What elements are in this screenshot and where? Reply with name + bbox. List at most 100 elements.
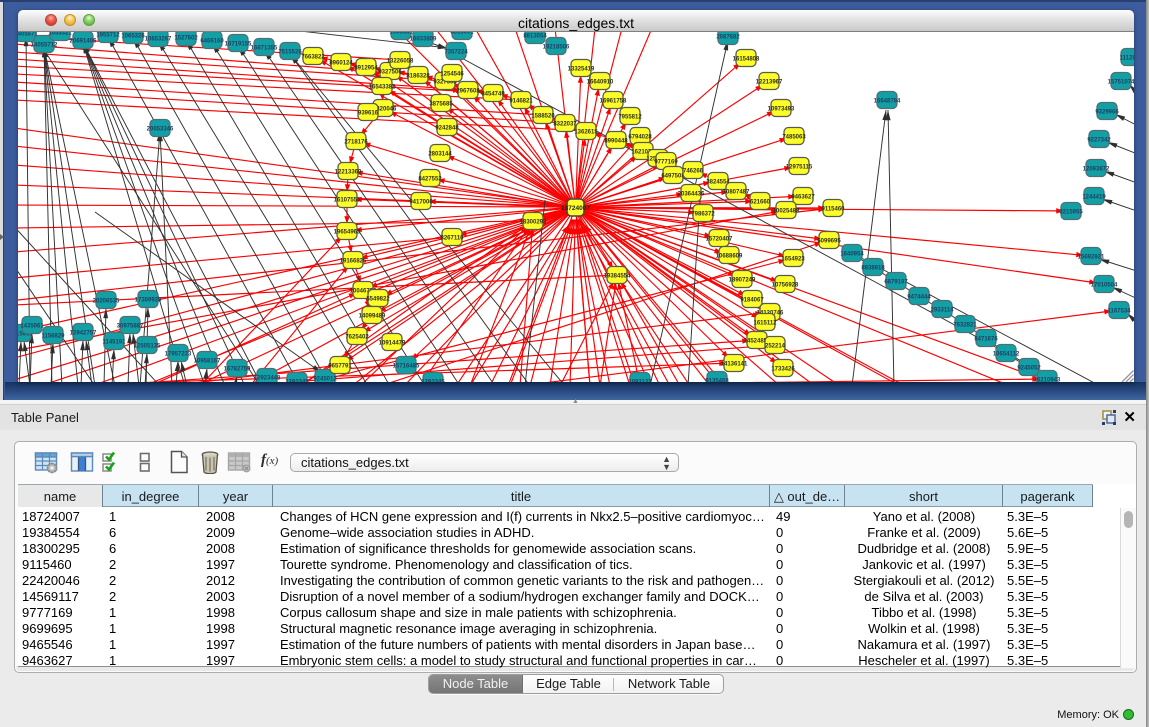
svg-text:9474444: 9474444 <box>907 295 931 301</box>
svg-text:6794028: 6794028 <box>628 135 652 141</box>
svg-text:6099695: 6099695 <box>817 239 841 245</box>
svg-text:9245052: 9245052 <box>1017 366 1041 372</box>
svg-text:1055321: 1055321 <box>48 32 72 37</box>
svg-text:8186328: 8186328 <box>406 74 430 80</box>
svg-text:14099489: 14099489 <box>359 314 386 320</box>
svg-text:10653267: 10653267 <box>145 37 172 43</box>
svg-text:10914479: 10914479 <box>379 341 406 347</box>
svg-text:10958167: 10958167 <box>194 359 221 365</box>
svg-text:20053346: 20053346 <box>147 127 174 133</box>
svg-text:1244419: 1244419 <box>1082 195 1106 201</box>
svg-text:1167534: 1167534 <box>1107 309 1131 315</box>
svg-text:7485063: 7485063 <box>782 135 806 141</box>
svg-text:7515526: 7515526 <box>278 50 302 56</box>
svg-text:2967608: 2967608 <box>456 89 480 95</box>
svg-text:14136141: 14136141 <box>721 362 748 368</box>
svg-text:8267110: 8267110 <box>440 236 464 242</box>
svg-text:3875685: 3875685 <box>429 102 453 108</box>
svg-text:8322037: 8322037 <box>553 122 577 128</box>
svg-text:9777169: 9777169 <box>654 160 678 166</box>
svg-text:10719155: 10719155 <box>225 42 252 48</box>
svg-text:1145191: 1145191 <box>102 340 126 346</box>
svg-text:18907249: 18907249 <box>729 278 756 284</box>
svg-text:10973493: 10973493 <box>768 107 795 113</box>
svg-text:1435061: 1435061 <box>20 324 44 330</box>
svg-text:16671355: 16671355 <box>251 46 278 52</box>
svg-text:15720407: 15720407 <box>706 237 733 243</box>
svg-text:2933114: 2933114 <box>930 308 954 314</box>
svg-text:1112803: 1112803 <box>1120 56 1134 62</box>
svg-text:1733426: 1733426 <box>771 367 795 373</box>
svg-text:5549822: 5549822 <box>366 297 390 303</box>
svg-text:621660: 621660 <box>750 200 771 206</box>
svg-text:16210943: 16210943 <box>1034 378 1061 383</box>
svg-text:15716485: 15716485 <box>393 364 420 370</box>
svg-text:19218506: 19218506 <box>543 45 570 51</box>
svg-text:9184067: 9184067 <box>740 298 764 304</box>
svg-text:3215955: 3215955 <box>1059 210 1083 216</box>
svg-text:18724007: 18724007 <box>561 205 590 212</box>
svg-text:16961758: 16961758 <box>600 99 627 105</box>
svg-text:8960124: 8960124 <box>329 61 353 67</box>
svg-text:8427552: 8427552 <box>418 177 442 183</box>
svg-text:10025488: 10025488 <box>773 209 800 215</box>
svg-text:7663822: 7663822 <box>301 55 325 61</box>
svg-text:16543382: 16543382 <box>369 85 396 91</box>
svg-text:1588520: 1588520 <box>531 114 555 120</box>
svg-text:252214: 252214 <box>765 344 786 350</box>
svg-text:9417006: 9417006 <box>409 200 433 206</box>
svg-text:10756928: 10756928 <box>772 283 799 289</box>
svg-text:1254546: 1254546 <box>440 72 464 78</box>
svg-text:9327506: 9327506 <box>378 70 402 76</box>
svg-text:19166825: 19166825 <box>340 259 367 265</box>
svg-text:9135468: 9135468 <box>705 379 729 383</box>
svg-text:16782759: 16782759 <box>224 367 251 373</box>
svg-text:6879197: 6879197 <box>884 280 908 286</box>
svg-text:1156829: 1156829 <box>41 334 65 340</box>
svg-text:939616: 939616 <box>358 111 379 117</box>
svg-text:9115460: 9115460 <box>821 207 845 213</box>
svg-text:8912954: 8912954 <box>354 66 378 72</box>
svg-text:1955712: 1955712 <box>96 33 120 39</box>
svg-text:9242848: 9242848 <box>435 126 459 132</box>
svg-text:9227342: 9227342 <box>1087 138 1111 144</box>
svg-text:6466160: 6466160 <box>200 39 224 45</box>
svg-text:16640910: 16640910 <box>587 80 614 86</box>
svg-text:10807487: 10807487 <box>723 190 750 196</box>
svg-text:15751074: 15751074 <box>1108 80 1134 86</box>
svg-text:7625402: 7625402 <box>345 335 369 341</box>
svg-text:1603381: 1603381 <box>389 32 413 36</box>
svg-text:12923448: 12923448 <box>254 376 281 382</box>
svg-text:12942757: 12942757 <box>70 331 97 337</box>
svg-text:12213967: 12213967 <box>756 80 783 86</box>
svg-text:8813051: 8813051 <box>450 32 474 36</box>
svg-text:1640954: 1640954 <box>840 252 864 258</box>
svg-text:1292345: 1292345 <box>285 380 309 383</box>
svg-text:9657791: 9657791 <box>328 364 352 370</box>
svg-text:2087682: 2087682 <box>716 35 740 41</box>
svg-text:13325419: 13325419 <box>568 67 595 73</box>
svg-text:17359928: 17359928 <box>135 298 162 304</box>
svg-text:16648784: 16648784 <box>874 99 901 105</box>
svg-text:12213369: 12213369 <box>335 170 362 176</box>
svg-text:16154808: 16154808 <box>733 57 760 63</box>
svg-text:2803144: 2803144 <box>428 152 452 158</box>
svg-text:15692921: 15692921 <box>1078 255 1105 261</box>
svg-text:19654963: 19654963 <box>334 230 361 236</box>
svg-text:17957223: 17957223 <box>165 352 192 358</box>
svg-text:9146821: 9146821 <box>509 99 533 105</box>
svg-text:12093872: 12093872 <box>1083 167 1110 173</box>
svg-text:20364436: 20364436 <box>678 192 705 198</box>
svg-text:9245012: 9245012 <box>313 377 337 383</box>
svg-text:7955812: 7955812 <box>618 115 642 121</box>
svg-text:746266: 746266 <box>683 169 704 175</box>
svg-text:10654112: 10654112 <box>993 352 1020 358</box>
svg-text:20691406: 20691406 <box>70 39 97 45</box>
svg-text:19384554: 19384554 <box>604 274 631 280</box>
svg-text:7632821: 7632821 <box>953 323 977 329</box>
svg-text:16033809: 16033809 <box>410 37 437 43</box>
svg-text:8938918: 8938918 <box>861 266 885 272</box>
svg-text:1065326: 1065326 <box>121 34 145 40</box>
svg-text:8454749: 8454749 <box>481 92 505 98</box>
svg-text:1615112: 1615112 <box>753 321 777 327</box>
